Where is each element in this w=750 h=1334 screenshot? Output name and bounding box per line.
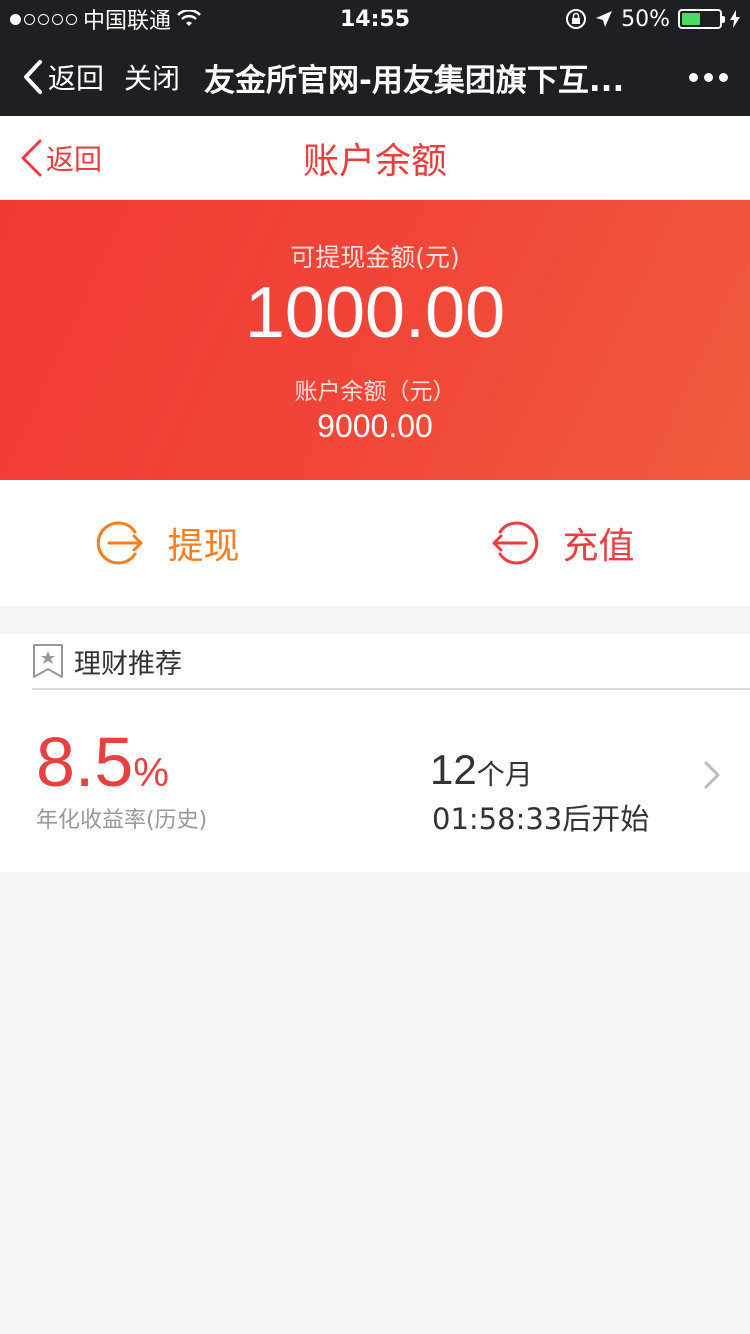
withdrawable-amount: 1000.00	[244, 273, 506, 353]
recharge-icon	[492, 521, 539, 565]
balance-card: 可提现金额(元) 1000.00 账户余额（元） 9000.00	[0, 200, 750, 480]
term: 12个月	[430, 746, 533, 794]
location-icon	[596, 11, 613, 27]
recharge-label: 充值	[562, 526, 635, 567]
rate-value: 8.5	[36, 723, 134, 801]
wifi-icon	[177, 10, 201, 26]
page-title: 账户余额	[302, 140, 447, 182]
withdraw-label: 提现	[167, 526, 240, 567]
term-value: 12	[430, 746, 477, 793]
action-bar: 提现 充值	[0, 480, 750, 606]
status-bar: 中国联通 14:55 50%	[0, 0, 750, 38]
carrier-name: 中国联通	[83, 9, 172, 34]
battery-icon	[678, 9, 725, 29]
rate-label: 年化收益率(历史)	[36, 808, 208, 833]
withdrawable-label: 可提现金额(元)	[290, 243, 460, 272]
rotation-lock-icon	[566, 9, 587, 29]
start-countdown: 01:58:33后开始	[432, 802, 650, 836]
more-options-icon[interactable]	[689, 72, 728, 82]
back-label: 返回	[46, 142, 103, 176]
recommend-title: 理财推荐	[74, 648, 182, 680]
chevron-left-icon	[21, 139, 42, 176]
balance-amount: 9000.00	[317, 408, 433, 444]
recharge-button[interactable]: 充值	[375, 480, 750, 606]
chevron-right-icon[interactable]	[700, 760, 724, 790]
term-unit: 个月	[476, 758, 533, 791]
withdraw-button[interactable]: 提现	[0, 480, 375, 606]
annual-rate: 8.5%	[36, 722, 169, 802]
rate-unit: %	[133, 751, 169, 795]
chevron-left-icon	[24, 60, 42, 94]
status-right: 50%	[565, 7, 740, 32]
battery-percent: 50%	[621, 6, 670, 32]
bookmark-star-icon	[33, 644, 63, 678]
wechat-back-label: 返回	[48, 62, 105, 95]
wechat-title-bar: 返回 关闭 友金所官网-用友集团旗下互...	[0, 38, 750, 116]
balance-label: 账户余额（元）	[294, 379, 456, 405]
page-header: 返回 账户余额	[0, 116, 750, 200]
wechat-page-title: 友金所官网-用友集团旗下互...	[204, 62, 625, 99]
back-button[interactable]: 返回	[18, 137, 102, 179]
recommend-header: 理财推荐	[32, 634, 750, 690]
carrier-info: 中国联通	[10, 3, 201, 35]
signal-strength-icon	[10, 13, 77, 25]
charging-icon	[730, 10, 740, 28]
wechat-close-button[interactable]: 关闭	[124, 57, 180, 97]
withdraw-icon	[97, 521, 143, 565]
wechat-back-button[interactable]: 返回	[22, 57, 104, 97]
